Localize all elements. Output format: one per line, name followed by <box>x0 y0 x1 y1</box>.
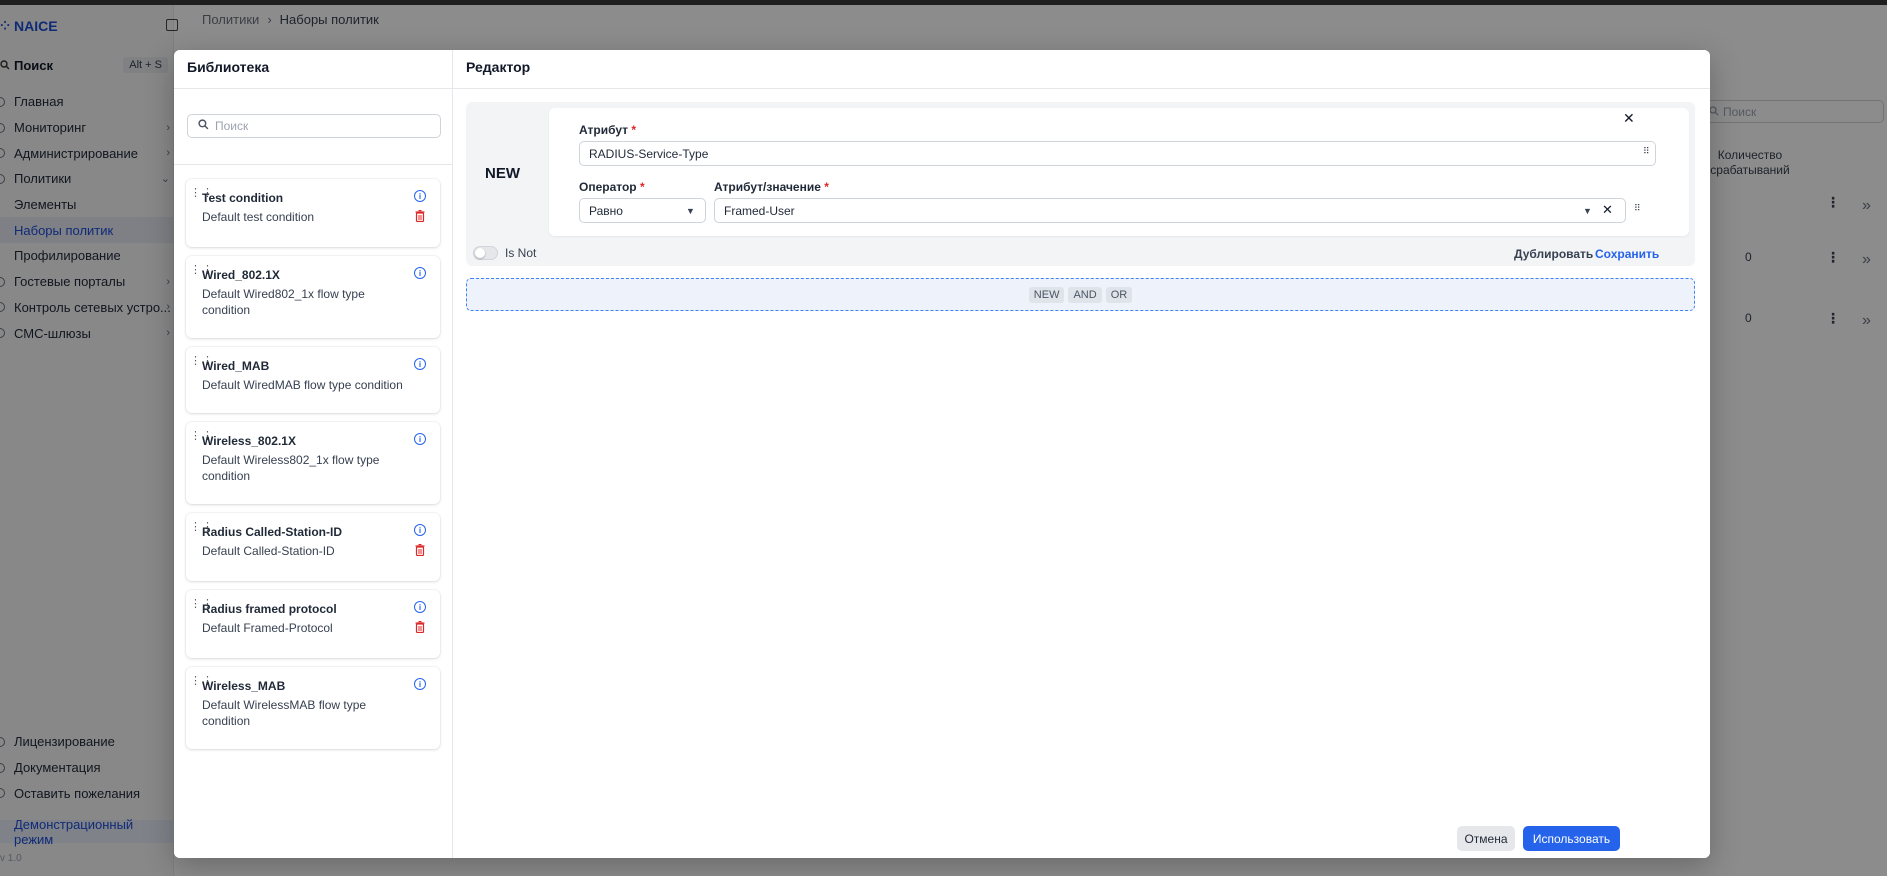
operator-label-text: Оператор <box>579 180 637 194</box>
library-item-desc: Default Wireless802_1x flow type conditi… <box>202 453 380 483</box>
condition-new-label: NEW <box>485 165 520 182</box>
trash-icon[interactable] <box>415 210 425 222</box>
drag-handle-icon[interactable]: ⋮⋮ <box>190 356 213 371</box>
drag-handle-icon[interactable]: ⋮⋮ <box>190 188 213 203</box>
library-item-desc: Default WirelessMAB flow type condition <box>202 698 367 728</box>
library-search-input[interactable]: Поиск <box>187 114 441 138</box>
or-chip[interactable]: OR <box>1105 286 1133 303</box>
attribute-label: Атрибут * <box>579 123 636 137</box>
library-item-title: Wired_802.1X <box>202 268 280 282</box>
required-mark: * <box>639 180 645 194</box>
attribute-value: RADIUS-Service-Type <box>589 146 709 161</box>
library-item-desc: Default Wired802_1x flow type condition <box>202 287 365 317</box>
grid-picker-icon[interactable]: ⠿ <box>1634 204 1644 217</box>
required-mark: * <box>824 180 829 194</box>
library-item-title: Test condition <box>202 191 284 205</box>
drag-handle-icon[interactable]: ⋮⋮ <box>190 599 213 614</box>
library-item[interactable]: ⋮⋮ Radius Called-Station-ID Default Call… <box>186 513 440 581</box>
condition-drop-zone[interactable]: NEW AND OR <box>466 278 1695 311</box>
attribute-label-text: Атрибут <box>579 123 629 137</box>
drag-handle-icon[interactable]: ⋮⋮ <box>190 676 213 691</box>
library-item-desc: Default WiredMAB flow type condition <box>202 378 403 392</box>
divider <box>174 164 453 165</box>
info-icon[interactable]: i <box>414 358 426 370</box>
library-item-title: Wired_MAB <box>202 359 270 373</box>
attr-value-value: Framed-User <box>724 203 795 218</box>
library-item-title: Wireless_MAB <box>202 679 286 693</box>
info-icon[interactable]: i <box>414 190 426 202</box>
required-mark: * <box>631 123 637 137</box>
grid-picker-icon[interactable]: ⠿ <box>1643 147 1653 160</box>
search-placeholder: Поиск <box>215 119 249 133</box>
drag-handle-icon[interactable]: ⋮⋮ <box>190 431 213 446</box>
library-item-title: Radius Called-Station-ID <box>202 525 343 539</box>
info-icon[interactable]: i <box>414 601 426 613</box>
attribute-input[interactable]: RADIUS-Service-Type <box>579 141 1656 166</box>
info-icon[interactable]: i <box>414 524 426 536</box>
divider <box>453 88 1710 89</box>
info-icon[interactable]: i <box>414 267 426 279</box>
close-icon[interactable]: ✕ <box>1623 110 1635 127</box>
cancel-button[interactable]: Отмена <box>1457 826 1515 851</box>
clear-icon[interactable]: ✕ <box>1602 202 1613 218</box>
library-item-title: Radius framed protocol <box>202 602 337 616</box>
new-chip[interactable]: NEW <box>1028 286 1065 303</box>
attr-value-label-text: Атрибут/значение <box>714 180 821 194</box>
search-icon <box>198 119 209 133</box>
editor-panel: Редактор NEW ✕ Атрибут * RADIUS-Service-… <box>453 50 1710 858</box>
is-not-label: Is Not <box>505 246 537 260</box>
library-title: Библиотека <box>187 59 270 75</box>
is-not-toggle[interactable] <box>473 246 498 260</box>
chevron-down-icon[interactable]: ▼ <box>686 206 695 216</box>
library-panel: Библиотека Поиск ⋮⋮ Test condition Defau… <box>174 50 453 858</box>
duplicate-button[interactable]: Дублировать <box>1514 247 1593 261</box>
library-item[interactable]: ⋮⋮ Wireless_802.1X Default Wireless802_1… <box>186 422 440 504</box>
library-item[interactable]: ⋮⋮ Wired_MAB Default WiredMAB flow type … <box>186 347 440 413</box>
and-chip[interactable]: AND <box>1068 286 1102 303</box>
attr-value-select[interactable]: Framed-User <box>714 198 1626 223</box>
library-item[interactable]: ⋮⋮ Wireless_MAB Default WirelessMAB flow… <box>186 667 440 749</box>
chevron-down-icon[interactable]: ▼ <box>1583 206 1592 216</box>
divider <box>174 88 453 89</box>
library-item-desc: Default Called-Station-ID <box>202 544 335 558</box>
library-item[interactable]: ⋮⋮ Radius framed protocol Default Framed… <box>186 590 440 658</box>
editor-title: Редактор <box>466 59 531 75</box>
trash-icon[interactable] <box>415 621 425 633</box>
info-icon[interactable]: i <box>414 678 426 690</box>
library-item-desc: Default Framed-Protocol <box>202 621 333 635</box>
library-item[interactable]: ⋮⋮ Test condition Default test condition… <box>186 179 440 247</box>
condition-modal: Библиотека Поиск ⋮⋮ Test condition Defau… <box>174 50 1710 858</box>
library-item-title: Wireless_802.1X <box>202 434 296 448</box>
operator-value: Равно <box>589 203 623 218</box>
use-button[interactable]: Использовать <box>1523 826 1620 851</box>
library-item[interactable]: ⋮⋮ Wired_802.1X Default Wired802_1x flow… <box>186 256 440 338</box>
attr-value-label: Атрибут/значение * <box>714 180 829 194</box>
trash-icon[interactable] <box>415 544 425 556</box>
save-button[interactable]: Сохранить <box>1595 247 1659 261</box>
library-item-desc: Default test condition <box>202 210 315 224</box>
info-icon[interactable]: i <box>414 433 426 445</box>
drag-handle-icon[interactable]: ⋮⋮ <box>190 522 213 537</box>
operator-label: Оператор * <box>579 180 645 194</box>
drag-handle-icon[interactable]: ⋮⋮ <box>190 265 213 280</box>
